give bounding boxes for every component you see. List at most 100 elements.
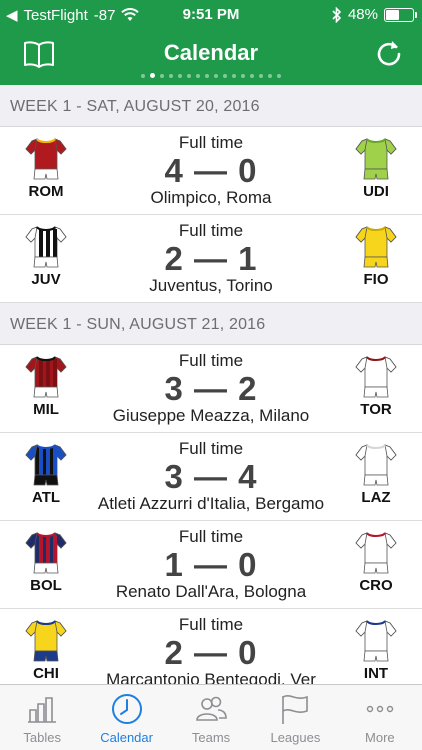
section-header: WEEK 1 - SUN, AUGUST 21, 2016: [0, 303, 422, 345]
away-team: LAZ: [348, 441, 404, 506]
match-venue: Renato Dall'Ara, Bologna: [115, 582, 307, 601]
match-row[interactable]: BOL Full time 1 — 0 Renato Dall'Ara, Bol…: [0, 521, 422, 609]
tab-label: Leagues: [270, 730, 321, 745]
page-dot[interactable]: [196, 73, 200, 78]
away-team: TOR: [348, 353, 404, 418]
away-team-abbr: CRO: [359, 577, 393, 594]
match-status: Full time: [178, 221, 244, 240]
page-dot[interactable]: [250, 73, 254, 78]
page-dot[interactable]: [223, 73, 227, 78]
page-dot[interactable]: [232, 73, 236, 78]
home-jersey-icon: [25, 226, 67, 268]
page-dot[interactable]: [214, 73, 218, 78]
match-info: Full time 4 — 0 Olimpico, Roma: [70, 133, 352, 208]
match-score: 1 — 0: [164, 546, 258, 583]
match-list[interactable]: WEEK 1 - SAT, AUGUST 20, 2016 ROM Full t…: [0, 85, 422, 684]
match-row[interactable]: ATL Full time 3 — 4 Atleti Azzurri d'Ita…: [0, 433, 422, 521]
away-jersey-icon: [355, 444, 397, 486]
match-venue: Giuseppe Meazza, Milano: [112, 406, 310, 425]
page-dot[interactable]: [259, 73, 263, 78]
match-status: Full time: [178, 439, 244, 458]
away-team-abbr: INT: [363, 665, 389, 682]
battery-percent: 48%: [347, 6, 378, 23]
match-venue: Juventus, Torino: [149, 276, 273, 295]
status-bar: ◀ TestFlight -87 9:51 PM 48%: [0, 0, 422, 30]
away-team: CRO: [348, 529, 404, 594]
match-info: Full time 3 — 2 Giuseppe Meazza, Milano: [70, 351, 352, 426]
teams-icon: [196, 696, 227, 721]
away-jersey-icon: [355, 138, 397, 180]
match-venue: Atleti Azzurri d'Italia, Bergamo: [97, 494, 325, 513]
clock-icon: [111, 694, 142, 724]
tab-tables[interactable]: Tables: [0, 685, 84, 750]
page-dot[interactable]: [178, 73, 182, 78]
match-status: Full time: [178, 133, 244, 152]
match-info: Full time 2 — 1 Juventus, Torino: [70, 221, 352, 296]
home-team-abbr: CHI: [33, 665, 59, 682]
page-dot[interactable]: [187, 73, 191, 78]
page-title: Calendar: [163, 40, 259, 65]
away-team: UDI: [348, 135, 404, 200]
away-team-abbr: LAZ: [361, 489, 391, 506]
page-dot[interactable]: [160, 73, 164, 78]
page-dot[interactable]: [268, 73, 272, 78]
page-dot[interactable]: [277, 73, 281, 78]
match-row[interactable]: JUV Full time 2 — 1 Juventus, Torino FIO: [0, 215, 422, 303]
tab-label: Calendar: [100, 730, 153, 745]
away-team: FIO: [348, 223, 404, 288]
home-team: ATL: [18, 441, 74, 506]
home-team: JUV: [18, 223, 74, 288]
away-jersey-icon: [355, 356, 397, 398]
match-score: 3 — 4: [164, 458, 258, 495]
section-header: WEEK 1 - SAT, AUGUST 20, 2016: [0, 85, 422, 127]
match-status: Full time: [178, 351, 244, 370]
page-dot[interactable]: [150, 73, 155, 78]
match-row[interactable]: ROM Full time 4 — 0 Olimpico, Roma UDI: [0, 127, 422, 215]
match-status: Full time: [178, 615, 244, 634]
home-team-abbr: ATL: [31, 489, 61, 506]
tab-more[interactable]: More: [338, 685, 422, 750]
home-team: BOL: [18, 529, 74, 594]
home-jersey-icon: [25, 138, 67, 180]
home-jersey-icon: [25, 532, 67, 574]
page-dot[interactable]: [141, 73, 145, 78]
away-jersey-icon: [355, 620, 397, 662]
page-dot[interactable]: [205, 73, 209, 78]
tab-leagues[interactable]: Leagues: [253, 685, 337, 750]
home-jersey-icon: [25, 620, 67, 662]
home-jersey-icon: [25, 444, 67, 486]
match-info: Full time 3 — 4 Atleti Azzurri d'Italia,…: [70, 439, 352, 514]
tab-label: Tables: [23, 730, 61, 745]
match-row[interactable]: MIL Full time 3 — 2 Giuseppe Meazza, Mil…: [0, 345, 422, 433]
tables-icon: [28, 697, 57, 723]
match-venue: Marcantonio Bentegodi, Ver: [106, 670, 316, 684]
tab-label: Teams: [191, 730, 231, 745]
home-team: MIL: [18, 353, 74, 418]
more-icon: [366, 705, 394, 713]
home-jersey-icon: [25, 356, 67, 398]
home-team-abbr: MIL: [33, 401, 59, 418]
tab-calendar[interactable]: Calendar: [84, 685, 168, 750]
home-team-abbr: ROM: [28, 183, 64, 200]
match-status: Full time: [178, 527, 244, 546]
status-right: 48%: [332, 6, 417, 23]
page-dot[interactable]: [169, 73, 173, 78]
match-score: 3 — 2: [164, 370, 258, 407]
match-score: 4 — 0: [164, 152, 258, 189]
match-row[interactable]: CHI Full time 2 — 0 Marcantonio Bentegod…: [0, 609, 422, 684]
home-team: CHI: [18, 617, 74, 682]
tab-bar: Tables Calendar Teams Leagues More: [0, 684, 422, 750]
home-team: ROM: [18, 135, 74, 200]
page-dot[interactable]: [241, 73, 245, 78]
away-jersey-icon: [355, 226, 397, 268]
refresh-icon[interactable]: [374, 38, 404, 68]
match-score: 2 — 1: [164, 240, 258, 277]
match-info: Full time 2 — 0 Marcantonio Bentegodi, V…: [70, 615, 352, 684]
tab-teams[interactable]: Teams: [169, 685, 253, 750]
home-team-abbr: BOL: [30, 577, 62, 594]
away-team: INT: [348, 617, 404, 682]
page-indicator[interactable]: [0, 73, 422, 78]
navigation-bar: Calendar: [0, 30, 422, 85]
match-score: 2 — 0: [164, 634, 258, 671]
away-team-abbr: UDI: [363, 183, 389, 200]
